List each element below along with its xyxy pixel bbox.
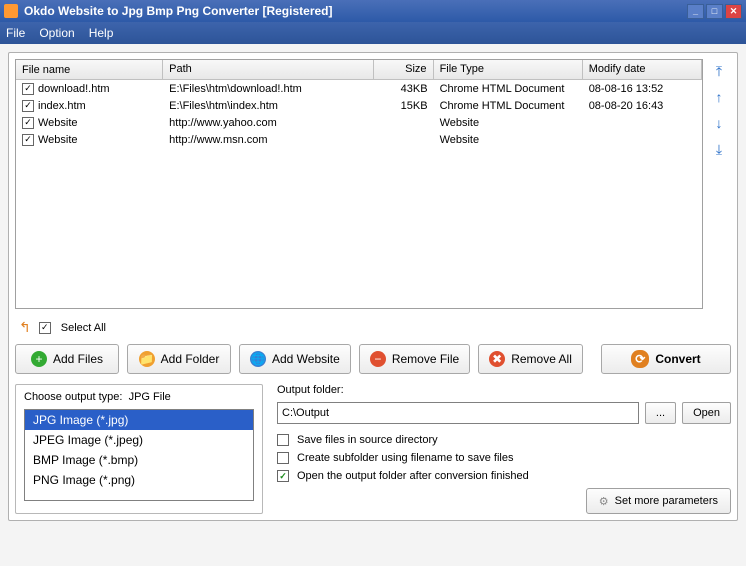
row-checkbox[interactable]: ✓	[22, 100, 34, 112]
output-type-panel: Choose output type: JPG File JPG Image (…	[15, 384, 263, 514]
row-path: http://www.msn.com	[163, 133, 374, 147]
up-folder-icon[interactable]: ↰	[19, 319, 31, 336]
create-subfolder-label: Create subfolder using filename to save …	[297, 452, 513, 464]
row-size: 15KB	[374, 99, 434, 113]
folder-icon: 📁	[139, 351, 155, 367]
row-checkbox[interactable]: ✓	[22, 117, 34, 129]
open-after-label: Open the output folder after conversion …	[297, 470, 529, 482]
row-checkbox[interactable]: ✓	[22, 83, 34, 95]
output-type-option[interactable]: PNG Image (*.png)	[25, 470, 253, 490]
browse-button[interactable]: ...	[645, 402, 676, 424]
select-all-checkbox[interactable]: ✓	[39, 322, 51, 334]
col-filename[interactable]: File name	[16, 60, 163, 79]
output-type-list[interactable]: JPG Image (*.jpg)JPEG Image (*.jpeg)BMP …	[24, 409, 254, 501]
remove-all-button[interactable]: ✖Remove All	[478, 344, 583, 374]
row-type: Chrome HTML Document	[434, 82, 583, 96]
row-date: 08-08-16 13:52	[583, 82, 702, 96]
app-icon	[4, 4, 18, 18]
save-source-label: Save files in source directory	[297, 434, 438, 446]
file-table[interactable]: File name Path Size File Type Modify dat…	[15, 59, 703, 309]
convert-button[interactable]: ⟳Convert	[601, 344, 731, 374]
output-folder-input[interactable]	[277, 402, 639, 424]
col-size[interactable]: Size	[374, 60, 434, 79]
select-all-label: Select All	[61, 322, 106, 334]
maximize-button[interactable]: □	[706, 4, 723, 19]
menu-help[interactable]: Help	[89, 26, 114, 40]
output-type-option[interactable]: JPG Image (*.jpg)	[25, 410, 253, 430]
row-size: 43KB	[374, 82, 434, 96]
row-date	[583, 122, 702, 124]
add-website-button[interactable]: 🌐Add Website	[239, 344, 351, 374]
window-title: Okdo Website to Jpg Bmp Png Converter [R…	[24, 4, 685, 18]
set-more-parameters-button[interactable]: ⚙Set more parameters	[586, 488, 731, 514]
row-type: Website	[434, 133, 583, 147]
row-size	[374, 139, 434, 141]
create-subfolder-checkbox[interactable]	[277, 452, 289, 464]
menu-file[interactable]: File	[6, 26, 25, 40]
output-type-option[interactable]: JPEG Image (*.jpeg)	[25, 430, 253, 450]
output-folder-label: Output folder:	[277, 384, 731, 396]
remove-all-icon: ✖	[489, 351, 505, 367]
menubar: File Option Help	[0, 22, 746, 44]
row-type: Chrome HTML Document	[434, 99, 583, 113]
move-up-icon[interactable]: ↑	[709, 89, 729, 105]
output-type-label: Choose output type:	[24, 391, 122, 403]
reorder-controls: ⤒ ↑ ↓ ⤓	[709, 59, 731, 309]
remove-file-button[interactable]: −Remove File	[359, 344, 470, 374]
plus-icon: +	[31, 351, 47, 367]
output-type-current: JPG File	[129, 391, 171, 403]
minimize-button[interactable]: _	[687, 4, 704, 19]
col-filetype[interactable]: File Type	[434, 60, 583, 79]
table-row[interactable]: ✓ Website http://www.msn.com Website	[16, 131, 702, 148]
table-header: File name Path Size File Type Modify dat…	[16, 60, 702, 80]
move-bottom-icon[interactable]: ⤓	[709, 141, 729, 157]
row-date: 08-08-20 16:43	[583, 99, 702, 113]
add-files-button[interactable]: +Add Files	[15, 344, 119, 374]
col-modifydate[interactable]: Modify date	[583, 60, 702, 79]
move-down-icon[interactable]: ↓	[709, 115, 729, 131]
table-row[interactable]: ✓ index.htm E:\Files\htm\index.htm15KBChro…	[16, 97, 702, 114]
menu-option[interactable]: Option	[39, 26, 74, 40]
row-date	[583, 139, 702, 141]
row-checkbox[interactable]: ✓	[22, 134, 34, 146]
minus-icon: −	[370, 351, 386, 367]
row-path: E:\Files\htm\download!.htm	[163, 82, 374, 96]
convert-icon: ⟳	[631, 350, 649, 368]
open-folder-button[interactable]: Open	[682, 402, 731, 424]
move-top-icon[interactable]: ⤒	[709, 63, 729, 79]
table-row[interactable]: ✓ Website http://www.yahoo.com Website	[16, 114, 702, 131]
row-filename: Website	[38, 134, 78, 146]
add-folder-button[interactable]: 📁Add Folder	[127, 344, 231, 374]
gear-icon: ⚙	[599, 495, 609, 508]
row-filename: Website	[38, 117, 78, 129]
open-after-checkbox[interactable]: ✓	[277, 470, 289, 482]
row-path: E:\Files\htm\index.htm	[163, 99, 374, 113]
output-type-option[interactable]: BMP Image (*.bmp)	[25, 450, 253, 470]
titlebar: Okdo Website to Jpg Bmp Png Converter [R…	[0, 0, 746, 22]
row-path: http://www.yahoo.com	[163, 116, 374, 130]
row-size	[374, 122, 434, 124]
col-path[interactable]: Path	[163, 60, 374, 79]
row-filename: index.htm	[38, 100, 86, 112]
row-filename: download!.htm	[38, 83, 110, 95]
row-type: Website	[434, 116, 583, 130]
save-source-checkbox[interactable]	[277, 434, 289, 446]
globe-icon: 🌐	[250, 351, 266, 367]
close-button[interactable]: ✕	[725, 4, 742, 19]
table-row[interactable]: ✓ download!.htm E:\Files\htm\download!.htm…	[16, 80, 702, 97]
